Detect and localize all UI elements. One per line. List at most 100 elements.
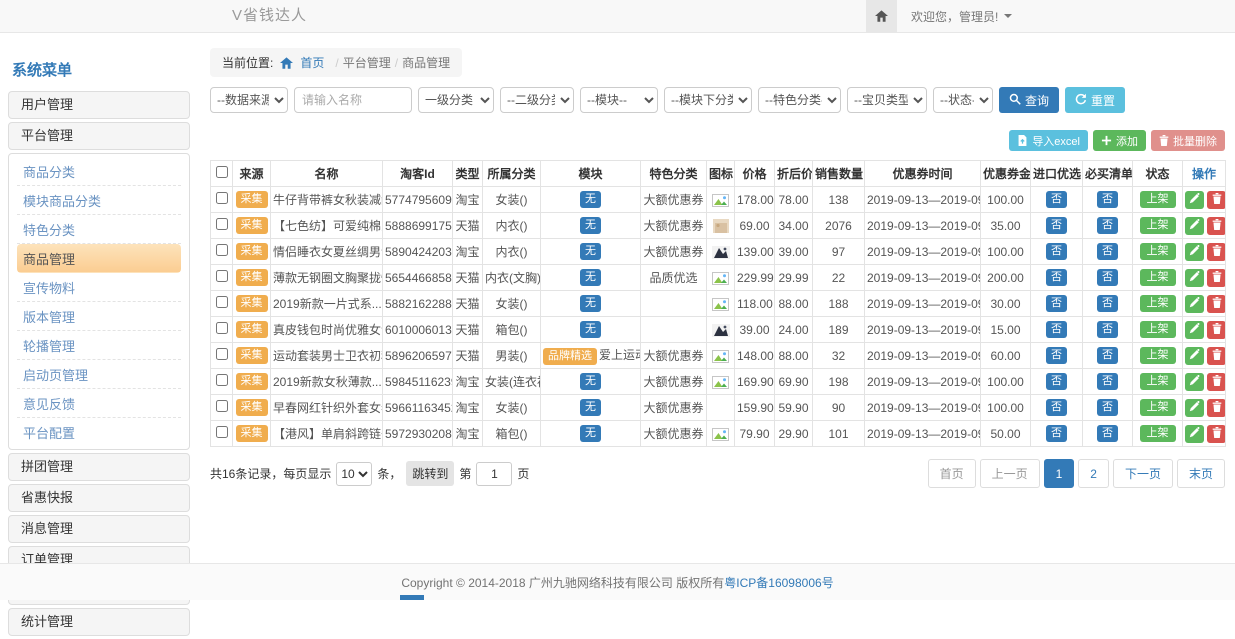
must-buy-toggle[interactable]: 否 — [1097, 321, 1118, 338]
row-checkbox[interactable] — [216, 426, 228, 438]
sidebar-group-平台管理[interactable]: 平台管理 — [8, 122, 190, 150]
breadcrumb-home-link[interactable]: 首页 — [300, 54, 324, 71]
edit-button[interactable] — [1185, 243, 1204, 261]
product-name-cell[interactable]: 早春网红针织外套女春... — [271, 395, 383, 421]
edit-button[interactable] — [1185, 321, 1204, 339]
batch-delete-button[interactable]: 批量删除 — [1151, 130, 1225, 151]
edit-button[interactable] — [1185, 347, 1204, 365]
page-button-首页[interactable]: 首页 — [928, 459, 976, 488]
delete-button[interactable] — [1207, 347, 1226, 365]
import-select-toggle[interactable]: 否 — [1046, 295, 1067, 312]
sidebar-group-用户管理[interactable]: 用户管理 — [8, 91, 190, 119]
sidebar-item-启动页管理[interactable]: 启动页管理 — [17, 360, 181, 389]
must-buy-toggle[interactable]: 否 — [1097, 217, 1118, 234]
sidebar-item-轮播管理[interactable]: 轮播管理 — [17, 331, 181, 360]
import-select-toggle[interactable]: 否 — [1046, 321, 1067, 338]
filter-select-1[interactable]: 一级分类 — [418, 87, 494, 113]
import-select-toggle[interactable]: 否 — [1046, 243, 1067, 260]
sidebar-item-平台配置[interactable]: 平台配置 — [17, 418, 181, 446]
module-badge[interactable]: 品牌精选 — [543, 348, 597, 365]
page-button-下一页[interactable]: 下一页 — [1113, 459, 1173, 488]
module-badge[interactable]: 无 — [580, 425, 601, 442]
delete-button[interactable] — [1207, 243, 1226, 261]
import-select-toggle[interactable]: 否 — [1046, 217, 1067, 234]
row-checkbox[interactable] — [216, 322, 228, 334]
must-buy-toggle[interactable]: 否 — [1097, 243, 1118, 260]
module-badge[interactable]: 无 — [580, 191, 601, 208]
edit-button[interactable] — [1185, 425, 1204, 443]
edit-button[interactable] — [1185, 295, 1204, 313]
delete-button[interactable] — [1207, 373, 1226, 391]
module-badge[interactable]: 无 — [580, 269, 601, 286]
filter-select-7[interactable]: --状态-- — [933, 87, 993, 113]
status-badge[interactable]: 上架 — [1140, 399, 1176, 416]
filter-select-3[interactable]: --模块-- — [580, 87, 658, 113]
home-button[interactable] — [866, 0, 897, 32]
product-name-cell[interactable]: 牛仔背带裤女秋装减龄... — [271, 187, 383, 213]
import-select-toggle[interactable]: 否 — [1046, 373, 1067, 390]
jump-to-button[interactable]: 跳转到 — [406, 461, 454, 486]
module-badge[interactable]: 无 — [580, 217, 601, 234]
add-button[interactable]: 添加 — [1093, 130, 1146, 151]
data-source-select[interactable]: --数据来源-- — [210, 87, 288, 113]
row-checkbox[interactable] — [216, 348, 228, 360]
icp-link[interactable]: 粤ICP备16098006号 — [724, 574, 833, 591]
import-select-toggle[interactable]: 否 — [1046, 191, 1067, 208]
must-buy-toggle[interactable]: 否 — [1097, 399, 1118, 416]
row-checkbox[interactable] — [216, 244, 228, 256]
delete-button[interactable] — [1207, 399, 1226, 417]
edit-button[interactable] — [1185, 399, 1204, 417]
module-badge[interactable]: 无 — [580, 321, 601, 338]
delete-button[interactable] — [1207, 321, 1226, 339]
sidebar-group-省惠快报[interactable]: 省惠快报 — [8, 484, 190, 512]
filter-select-4[interactable]: --模块下分类-- — [664, 87, 752, 113]
page-button-2[interactable]: 2 — [1078, 459, 1109, 488]
must-buy-toggle[interactable]: 否 — [1097, 425, 1118, 442]
breadcrumb-item-商品管理[interactable]: 商品管理 — [402, 56, 450, 70]
sidebar-group-消息管理[interactable]: 消息管理 — [8, 515, 190, 543]
status-badge[interactable]: 上架 — [1140, 321, 1176, 338]
row-checkbox[interactable] — [216, 400, 228, 412]
status-badge[interactable]: 上架 — [1140, 425, 1176, 442]
product-name-cell[interactable]: 2019新款一片式系... — [271, 291, 383, 317]
sidebar-item-意见反馈[interactable]: 意见反馈 — [17, 389, 181, 418]
sidebar-item-特色分类[interactable]: 特色分类 — [17, 215, 181, 244]
module-badge[interactable]: 无 — [580, 373, 601, 390]
per-page-select[interactable]: 10 — [336, 462, 372, 486]
status-badge[interactable]: 上架 — [1140, 191, 1176, 208]
row-checkbox[interactable] — [216, 218, 228, 230]
filter-select-6[interactable]: --宝贝类型-- — [847, 87, 927, 113]
edit-button[interactable] — [1185, 373, 1204, 391]
filter-select-5[interactable]: --特色分类-- — [758, 87, 841, 113]
user-menu[interactable]: 欢迎您，管理员! — [897, 0, 1026, 32]
edit-button[interactable] — [1185, 217, 1204, 235]
page-number-input[interactable] — [476, 462, 512, 486]
row-checkbox[interactable] — [216, 192, 228, 204]
status-badge[interactable]: 上架 — [1140, 295, 1176, 312]
product-name-cell[interactable]: 薄款无钢圈文胸聚拢性... — [271, 265, 383, 291]
sidebar-item-版本管理[interactable]: 版本管理 — [17, 302, 181, 331]
import-select-toggle[interactable]: 否 — [1046, 425, 1067, 442]
must-buy-toggle[interactable]: 否 — [1097, 295, 1118, 312]
sidebar-item-宣传物料[interactable]: 宣传物料 — [17, 273, 181, 302]
status-badge[interactable]: 上架 — [1140, 269, 1176, 286]
edit-button[interactable] — [1185, 191, 1204, 209]
must-buy-toggle[interactable]: 否 — [1097, 347, 1118, 364]
delete-button[interactable] — [1207, 425, 1226, 443]
delete-button[interactable] — [1207, 217, 1226, 235]
must-buy-toggle[interactable]: 否 — [1097, 373, 1118, 390]
search-name-input[interactable] — [294, 87, 412, 113]
module-badge[interactable]: 无 — [580, 243, 601, 260]
must-buy-toggle[interactable]: 否 — [1097, 191, 1118, 208]
sidebar-item-模块商品分类[interactable]: 模块商品分类 — [17, 186, 181, 215]
product-name-cell[interactable]: 真皮钱包时尚优雅女士... — [271, 317, 383, 343]
delete-button[interactable] — [1207, 191, 1226, 209]
product-name-cell[interactable]: 2019新款女秋薄款... — [271, 369, 383, 395]
breadcrumb-item-平台管理[interactable]: 平台管理 — [343, 56, 391, 70]
must-buy-toggle[interactable]: 否 — [1097, 269, 1118, 286]
product-name-cell[interactable]: 运动套装男士卫衣初秋... — [271, 343, 383, 369]
status-badge[interactable]: 上架 — [1140, 243, 1176, 260]
sidebar-group-统计管理[interactable]: 统计管理 — [8, 608, 190, 636]
product-name-cell[interactable]: 【七色纺】可爱纯棉家... — [271, 213, 383, 239]
product-name-cell[interactable]: 【港风】单肩斜跨链条... — [271, 421, 383, 447]
